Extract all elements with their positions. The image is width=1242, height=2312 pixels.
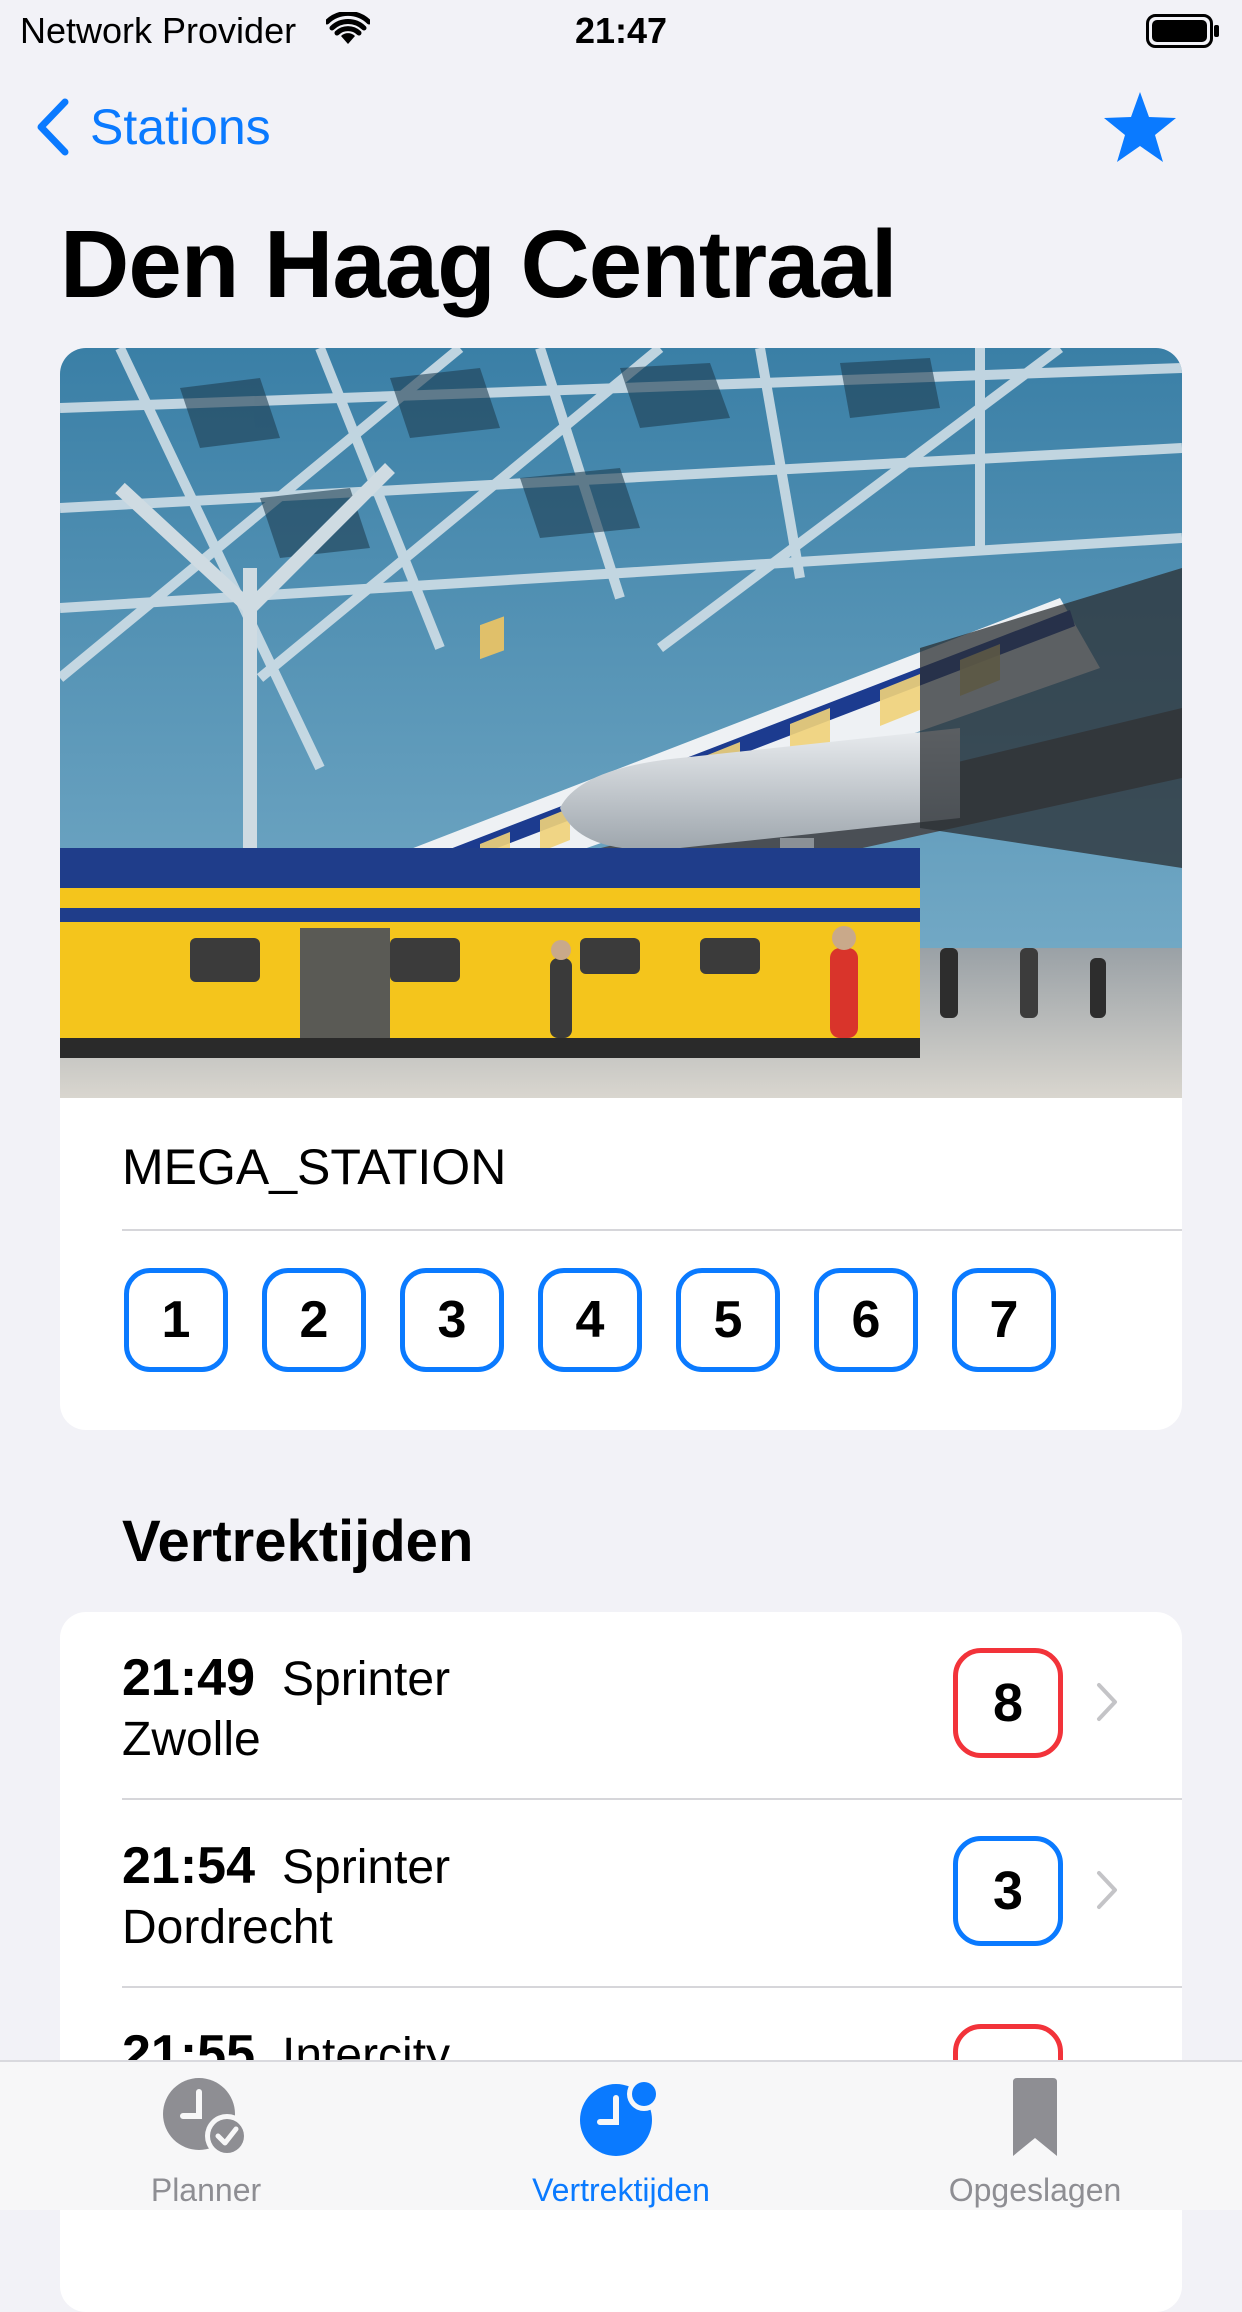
departure-row[interactable]: 21:54 Sprinter Dordrecht 3 (60, 1800, 1182, 1988)
destination: Zwolle (122, 1713, 261, 1766)
star-icon (1104, 92, 1176, 162)
tab-opgeslagen[interactable]: Opgeslagen (885, 2062, 1185, 2210)
tab-label: Planner (150, 2172, 262, 2208)
tab-label: Opgeslagen (948, 2172, 1122, 2208)
platform-chip[interactable]: 3 (400, 1268, 504, 1372)
back-button[interactable]: Stations (36, 92, 271, 162)
clock-check-icon (163, 2078, 249, 2158)
battery-icon (1146, 14, 1219, 48)
clock: 21:47 (574, 10, 668, 51)
chevron-right-icon (1097, 1683, 1117, 1721)
platform-chip[interactable]: 1 (124, 1268, 228, 1372)
tab-planner[interactable]: Planner (56, 2062, 356, 2210)
platform-badge: 8 (953, 1648, 1063, 1758)
bookmark-icon (1013, 2078, 1057, 2156)
status-bar: Network Provider 21:47 (0, 0, 1242, 62)
platform-list: 1 2 3 4 5 6 7 (124, 1268, 1056, 1372)
tab-bar: Planner Vertrektijden Opgeslagen (0, 2060, 1242, 2210)
train-type: Sprinter (282, 1841, 451, 1894)
departures-header: Vertrektijden (122, 1509, 474, 1574)
tab-label: Vertrektijden (532, 2172, 710, 2208)
platform-chip[interactable]: 6 (814, 1268, 918, 1372)
platform-chip[interactable]: 4 (538, 1268, 642, 1372)
page-title: Den Haag Centraal (60, 211, 898, 318)
divider (122, 1229, 1182, 1231)
platform-chip[interactable]: 2 (262, 1268, 366, 1372)
chevron-left-icon (37, 98, 69, 156)
platform-badge: 3 (953, 1836, 1063, 1946)
station-card: MEGA_STATION 1 2 3 4 5 6 7 (60, 348, 1182, 1430)
departure-time: 21:54 (122, 1837, 255, 1895)
platform-chip[interactable]: 5 (676, 1268, 780, 1372)
departure-time: 21:49 (122, 1649, 255, 1707)
favorite-button[interactable] (1102, 90, 1178, 169)
departure-row[interactable]: 21:49 Sprinter Zwolle 8 (60, 1612, 1182, 1800)
train-type: Sprinter (282, 1653, 451, 1706)
station-photo (60, 348, 1182, 1098)
clock-badge-icon (580, 2077, 661, 2156)
destination: Dordrecht (122, 1901, 333, 1954)
tab-vertrektijden[interactable]: Vertrektijden (471, 2062, 771, 2210)
station-type: MEGA_STATION (122, 1139, 507, 1195)
chevron-right-icon (1097, 1871, 1117, 1909)
platform-chip[interactable]: 7 (952, 1268, 1056, 1372)
back-button-label: Stations (90, 99, 271, 155)
